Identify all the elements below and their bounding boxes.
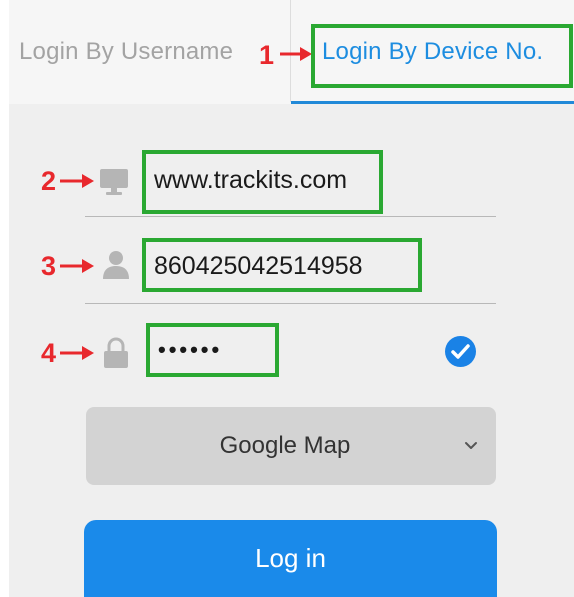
map-type-value: Google Map xyxy=(219,432,351,459)
check-icon xyxy=(451,344,470,359)
device-number-field-underline xyxy=(85,303,496,304)
tab-login-by-username[interactable]: Login By Username xyxy=(19,0,233,104)
active-tab-indicator xyxy=(291,101,574,104)
login-button[interactable]: Log in xyxy=(84,520,497,597)
annotation-number-3: 3 xyxy=(41,251,57,281)
map-type-select[interactable]: Google Map xyxy=(86,407,496,485)
annotation-number-2: 2 xyxy=(41,166,57,196)
annotation-arrow-3 xyxy=(60,259,94,273)
chevron-down-icon xyxy=(465,442,477,449)
server-field-underline xyxy=(85,216,496,217)
annotation-box-3 xyxy=(142,238,422,292)
annotation-box-1 xyxy=(311,24,573,88)
annotation-number-1: 1 xyxy=(259,40,275,70)
user-icon xyxy=(103,251,129,279)
annotation-arrow-1 xyxy=(280,47,312,61)
login-screen: Login By Username Login By Device No. 1 … xyxy=(9,0,574,597)
monitor-icon xyxy=(100,169,128,195)
lock-icon xyxy=(104,337,128,368)
remember-password-checkbox[interactable] xyxy=(445,336,476,367)
annotation-number-4: 4 xyxy=(41,338,57,368)
annotation-box-4 xyxy=(146,323,279,377)
annotation-box-2 xyxy=(142,150,383,214)
annotation-arrow-4 xyxy=(60,346,94,360)
annotation-arrow-2 xyxy=(60,174,94,188)
